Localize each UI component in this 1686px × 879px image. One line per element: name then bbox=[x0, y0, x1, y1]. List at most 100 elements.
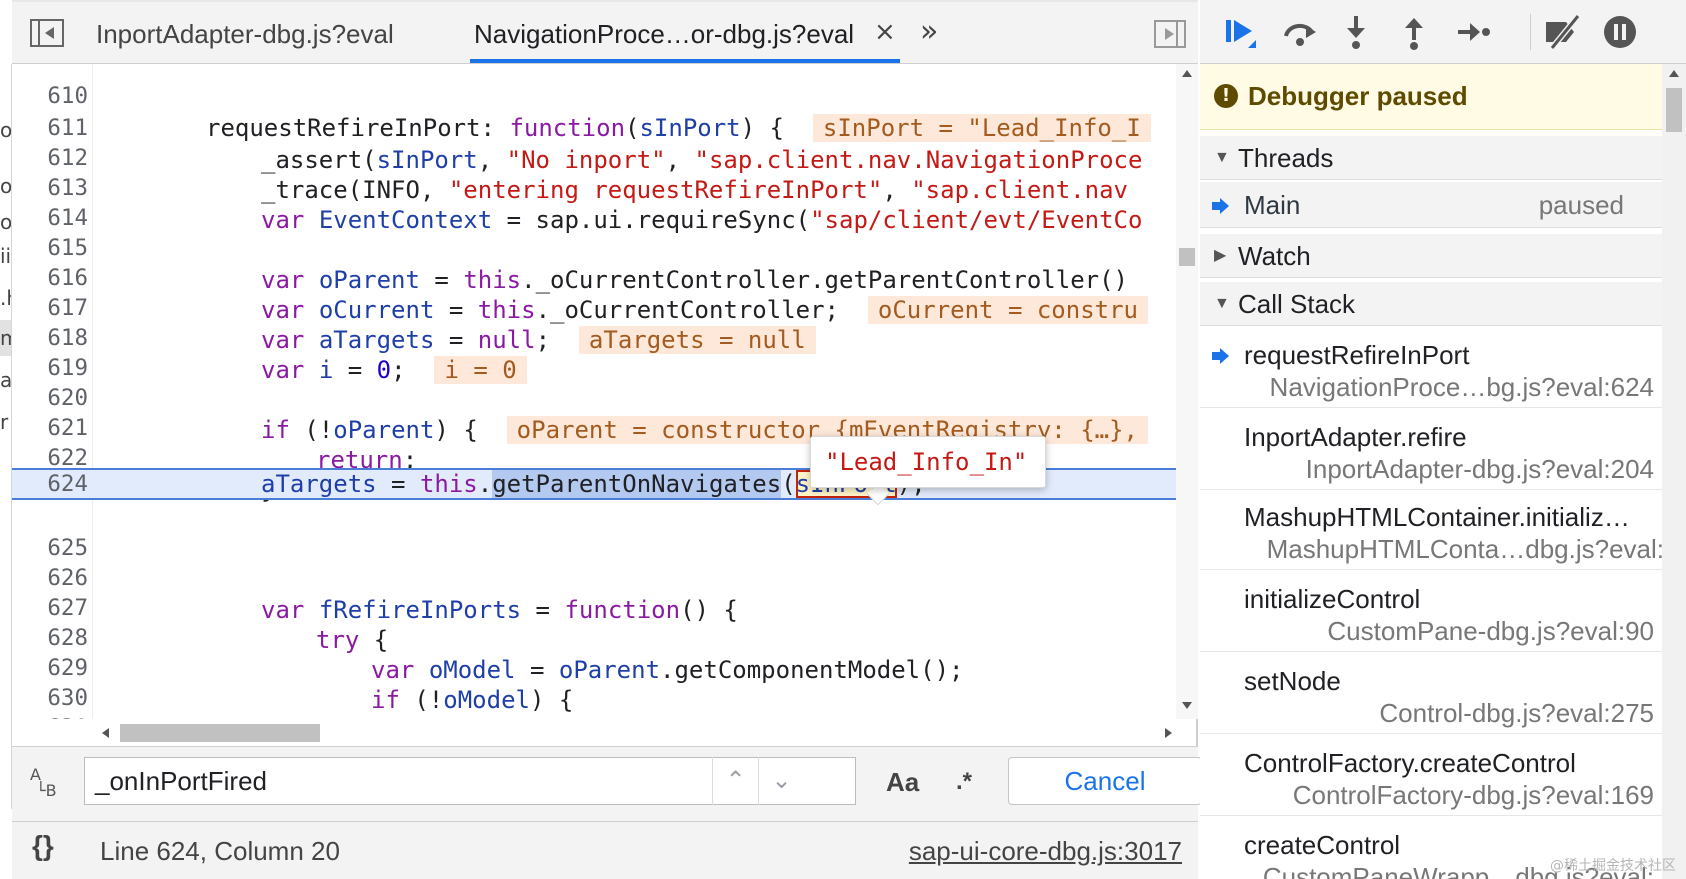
expanded-arrow-icon: ▼ bbox=[1214, 295, 1230, 312]
step-out-icon[interactable] bbox=[1392, 10, 1436, 54]
frame-location: Control-dbg.js?eval:275 bbox=[1379, 698, 1654, 728]
close-tab-icon[interactable]: × bbox=[874, 14, 896, 50]
source-link[interactable]: sap-ui-core-dbg.js:3017 bbox=[909, 836, 1182, 867]
code-line: 617 var aTargets = null; aTargets = null bbox=[12, 260, 1176, 354]
code-line: 611 _assert(sInPort, "No inport", "sap.c… bbox=[12, 80, 1176, 174]
pretty-print-icon[interactable]: {} bbox=[32, 830, 54, 862]
deactivate-breakpoints-icon[interactable] bbox=[1540, 10, 1584, 54]
frame-name: setNode bbox=[1244, 666, 1341, 696]
call-stack-frame[interactable]: initializeControl CustomPane-dbg.js?eval… bbox=[1200, 576, 1662, 652]
tab-navigation-processor[interactable]: NavigationProce…or-dbg.js?eval bbox=[474, 14, 854, 54]
frame-name: requestRefireInPort bbox=[1244, 340, 1470, 370]
watch-section-header[interactable]: ▶ Watch bbox=[1200, 234, 1662, 278]
code-line: 616 var oCurrent = this._oCurrentControl… bbox=[12, 230, 1176, 324]
threads-section-header[interactable]: ▼ Threads bbox=[1200, 136, 1662, 180]
line-source: return; bbox=[426, 714, 527, 719]
code-line: 619 bbox=[12, 320, 1176, 381]
previous-match-icon[interactable]: ⌃ bbox=[712, 757, 758, 805]
code-horizontal-scrollbar[interactable] bbox=[96, 720, 1178, 746]
code-line: 618 var i = 0; i = 0 bbox=[12, 290, 1176, 384]
editor-pane: o2 o/ os ii .h m a r InportAdapter-dbg.j… bbox=[0, 0, 1202, 879]
tab-inport-adapter[interactable]: InportAdapter-dbg.js?eval bbox=[96, 14, 394, 54]
frame-name: InportAdapter.refire bbox=[1244, 422, 1467, 452]
scroll-right-icon[interactable] bbox=[1165, 728, 1172, 738]
frame-location: CustomPane-dbg.js?eval:90 bbox=[1327, 616, 1654, 646]
frame-location: InportAdapter-dbg.js?eval:204 bbox=[1305, 454, 1654, 484]
scrollbar-thumb[interactable] bbox=[1666, 88, 1682, 132]
active-tab-indicator bbox=[470, 59, 900, 63]
call-stack-frame[interactable]: ControlFactory.createControl ControlFact… bbox=[1200, 740, 1662, 816]
code-line: 610 requestRefireInPort: function(sInPor… bbox=[12, 64, 1176, 142]
code-editor[interactable]: 610 requestRefireInPort: function(sInPor… bbox=[12, 64, 1176, 719]
more-tabs-icon[interactable]: » bbox=[920, 12, 938, 52]
pause-on-exceptions-icon[interactable] bbox=[1598, 10, 1642, 54]
warning-icon: ! bbox=[1214, 84, 1238, 108]
collapsed-arrow-icon: ▶ bbox=[1214, 247, 1227, 264]
search-bar: A └B _onInPortFired ⌃ ⌄ Aa .* Cancel bbox=[12, 746, 1202, 822]
navigator-fragment: o2 bbox=[0, 118, 12, 142]
expanded-arrow-icon: ▼ bbox=[1214, 149, 1230, 166]
frame-location: NavigationProce…bg.js?eval:624 bbox=[1269, 372, 1654, 402]
code-line: 631 bbox=[12, 680, 1176, 719]
thread-main[interactable]: Main paused bbox=[1200, 182, 1662, 228]
navigator-fragment: o/ bbox=[0, 174, 12, 198]
match-case-button[interactable]: Aa bbox=[886, 769, 919, 795]
navigator-fragment: m bbox=[0, 326, 11, 350]
editor-tab-bar: InportAdapter-dbg.js?eval NavigationProc… bbox=[12, 0, 1198, 64]
code-line: 627 try { bbox=[12, 560, 1176, 654]
navigator-fragment: .h bbox=[0, 286, 11, 310]
regex-button[interactable]: .* bbox=[956, 769, 972, 795]
step-into-icon[interactable] bbox=[1334, 10, 1378, 54]
toolbar-separator bbox=[1530, 14, 1531, 50]
frame-location: MashupHTMLConta…dbg.js?eval: bbox=[1266, 534, 1664, 564]
code-line: 612 _trace(INFO, "entering requestRefire… bbox=[12, 110, 1176, 204]
scroll-up-icon[interactable] bbox=[1669, 70, 1679, 77]
frame-name: initializeControl bbox=[1244, 584, 1421, 614]
resume-icon[interactable] bbox=[1218, 10, 1262, 54]
line-number[interactable]: 624 bbox=[12, 468, 88, 500]
frame-name: MashupHTMLContainer.initializ… bbox=[1244, 502, 1630, 532]
watermark: @稀土掘金技术社区 bbox=[1550, 858, 1676, 874]
call-stack-frame[interactable]: requestRefireInPort NavigationProce…bg.j… bbox=[1200, 332, 1662, 408]
scrollbar-thumb[interactable] bbox=[1179, 248, 1195, 266]
cursor-position: Line 624, Column 20 bbox=[100, 836, 340, 866]
code-vertical-scrollbar[interactable] bbox=[1176, 64, 1198, 719]
next-match-icon[interactable]: ⌄ bbox=[758, 757, 804, 805]
line-number[interactable]: 631 bbox=[12, 712, 88, 719]
frame-name: ControlFactory.createControl bbox=[1244, 748, 1576, 778]
code-line: 621 return; bbox=[12, 380, 1176, 474]
code-line: 614 bbox=[12, 170, 1176, 231]
navigator-fragment: os bbox=[0, 210, 12, 234]
replace-toggle-icon[interactable]: A └B bbox=[30, 767, 57, 799]
step-over-icon[interactable] bbox=[1278, 10, 1322, 54]
navigator-fragment: r bbox=[0, 410, 9, 434]
navigator-fragment: ii bbox=[0, 244, 12, 268]
status-bar: {} Line 624, Column 20 sap-ui-core-dbg.j… bbox=[12, 822, 1198, 879]
thread-state: paused bbox=[1538, 190, 1624, 220]
code-line: 630 return; bbox=[12, 650, 1176, 719]
sidebar-scrollbar[interactable] bbox=[1662, 64, 1686, 879]
frame-name: createControl bbox=[1244, 830, 1401, 860]
code-line: 620 if (!oParent) { oParent = constructo… bbox=[12, 350, 1176, 444]
show-navigator-icon[interactable] bbox=[30, 19, 64, 47]
call-stack-frame[interactable]: setNode Control-dbg.js?eval:275 bbox=[1200, 658, 1662, 734]
paused-message: Debugger paused bbox=[1248, 81, 1468, 111]
scroll-up-icon[interactable] bbox=[1182, 70, 1192, 77]
code-line: 626 var fRefireInPorts = function() { bbox=[12, 530, 1176, 624]
code-line: 613 var EventContext = sap.ui.requireSyn… bbox=[12, 140, 1176, 234]
thread-name: Main bbox=[1244, 190, 1301, 220]
debugger-toolbar bbox=[1200, 0, 1686, 64]
debugger-sidebar: ! Debugger paused ▼ Threads Main paused … bbox=[1200, 0, 1686, 879]
code-line: 615 var oParent = this._oCurrentControll… bbox=[12, 200, 1176, 294]
scroll-down-icon[interactable] bbox=[1182, 702, 1192, 709]
scrollbar-thumb[interactable] bbox=[120, 724, 320, 742]
code-line: 625 bbox=[12, 500, 1176, 561]
scroll-left-icon[interactable] bbox=[102, 728, 109, 738]
step-icon[interactable] bbox=[1450, 10, 1494, 54]
call-stack-frame[interactable]: MashupHTMLContainer.initializ… MashupHTM… bbox=[1200, 494, 1664, 570]
navigator-fragment: a bbox=[0, 368, 12, 392]
cancel-button[interactable]: Cancel bbox=[1008, 757, 1202, 805]
show-debugger-icon[interactable] bbox=[1154, 20, 1186, 48]
call-stack-section-header[interactable]: ▼ Call Stack bbox=[1200, 282, 1662, 326]
call-stack-frame[interactable]: InportAdapter.refire InportAdapter-dbg.j… bbox=[1200, 414, 1662, 490]
